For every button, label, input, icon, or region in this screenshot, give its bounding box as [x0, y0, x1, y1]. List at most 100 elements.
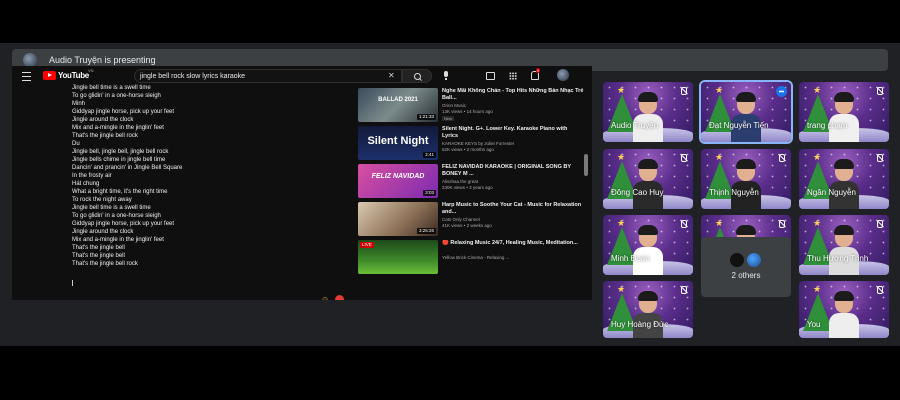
lyric-line: Mix and a-mingle in the jinglin' feet	[72, 237, 164, 243]
thumbnail-text: Silent Night	[367, 135, 429, 147]
recommended-video[interactable]: FELIZ NAVIDAD 3:03 FELIZ NAVIDAD KARAOKE…	[358, 164, 588, 200]
lyric-line: To go glidin' in a one-horse sleigh	[72, 213, 161, 219]
lyric-line: Giddyap jingle horse, pick up your feet	[72, 109, 175, 115]
mic-off-icon	[779, 220, 785, 228]
participant-name: Đạt Nguyễn Tiến	[709, 121, 769, 130]
other-avatar-2	[747, 253, 761, 267]
others-tile[interactable]: 2 others	[701, 237, 791, 297]
video-title[interactable]: 🔴 Relaxing Music 24/7, Healing Music, Me…	[442, 240, 584, 247]
super-chat-icon[interactable]	[335, 295, 344, 300]
recommended-video[interactable]: 3:25:26 Harp Music to Soothe Your Cat - …	[358, 202, 588, 238]
speaking-indicator-icon	[776, 86, 787, 97]
mic-off-icon	[877, 220, 883, 228]
participant-tile[interactable]: ★ Thịnh Nguyễn	[701, 149, 791, 209]
new-badge: New	[442, 116, 455, 121]
shared-screen[interactable]: YouTube VN jingle bell rock slow lyrics …	[12, 66, 592, 300]
mic-off-icon	[877, 286, 883, 294]
video-thumbnail[interactable]: 3:25:26	[358, 202, 438, 236]
others-label: 2 others	[731, 271, 761, 280]
create-video-icon[interactable]	[486, 72, 495, 80]
clear-icon[interactable]: ✕	[388, 69, 395, 83]
scrollbar[interactable]	[584, 154, 588, 176]
mic-off-icon	[877, 154, 883, 162]
lyric-line: That's the jingle bell rock	[72, 261, 138, 267]
lyric-line: What a bright time, it's the right time	[72, 189, 168, 195]
participant-tile[interactable]: ★ Ngân Nguyễn	[799, 149, 889, 209]
participant-tile[interactable]: ★ Audio Truyện	[603, 82, 693, 142]
duration-badge: LIVE	[360, 242, 374, 248]
video-thumbnail[interactable]: FELIZ NAVIDAD 3:03	[358, 164, 438, 198]
recommended-video[interactable]: Silent Night 2:41 Silent Night. G+. Lowe…	[358, 126, 588, 162]
participant-tile[interactable]: ★ Minh Đoàn	[603, 215, 693, 275]
video-meta: 13K views • 14 hours ago	[442, 109, 493, 114]
channel-name[interactable]: Alisshaa.the great	[442, 179, 478, 184]
mic-off-icon	[681, 87, 687, 95]
search-button[interactable]	[402, 69, 432, 83]
participant-tile[interactable]: ★ You	[799, 281, 889, 338]
lyric-line: Du	[72, 141, 80, 147]
participant-video	[829, 159, 859, 209]
lyric-line: Jingle bell time is a swell time	[72, 205, 151, 211]
recommended-video[interactable]: LIVE 🔴 Relaxing Music 24/7, Healing Musi…	[358, 240, 588, 276]
mic-icon[interactable]	[444, 71, 448, 80]
video-meta: 62K views • 2 months ago	[442, 147, 494, 152]
star-icon: ★	[813, 284, 822, 294]
lyric-line: Mix and a-mingle in the jinglin' feet	[72, 125, 164, 131]
apps-grid-icon[interactable]	[509, 72, 517, 80]
channel-name[interactable]: Yellow Brick Cinema - Relaxing ...	[442, 255, 509, 260]
channel-name[interactable]: Cats Only Channel	[442, 217, 480, 222]
participant-video	[829, 291, 859, 338]
lyric-line: To rock the night away	[72, 197, 132, 203]
emoji-icon[interactable]: ☺	[321, 295, 329, 300]
star-icon: ★	[813, 218, 822, 228]
participant-name: trang phạm	[807, 121, 848, 130]
participant-name: Thu Hương Trịnh	[807, 254, 869, 263]
thumbnail-text: FELIZ NAVIDAD	[371, 173, 425, 180]
youtube-topbar: YouTube VN jingle bell rock slow lyrics …	[12, 66, 592, 86]
search-input[interactable]: jingle bell rock slow lyrics karaoke	[134, 69, 402, 83]
video-thumbnail[interactable]: Silent Night 2:41	[358, 126, 438, 160]
country-code: VN	[88, 68, 94, 73]
star-icon: ★	[715, 218, 724, 228]
participant-name: Audio Truyện	[611, 121, 659, 130]
menu-icon[interactable]	[22, 72, 31, 81]
participant-name: Huy Hoàng Đức	[611, 320, 669, 329]
duration-badge: 2:41	[423, 152, 436, 158]
video-thumbnail[interactable]: BALLAD 2021 1:21:33	[358, 88, 438, 122]
star-icon: ★	[617, 85, 626, 95]
participant-tile[interactable]: ★ trang phạm	[799, 82, 889, 142]
participant-tile[interactable]: ★ Thu Hương Trịnh	[799, 215, 889, 275]
star-icon: ★	[617, 218, 626, 228]
participant-video	[829, 92, 859, 142]
other-avatar-1	[730, 253, 744, 267]
participant-tile[interactable]: ★ Huy Hoàng Đức	[603, 281, 693, 338]
youtube-logo[interactable]: YouTube	[43, 71, 89, 80]
participant-video	[633, 291, 663, 338]
video-title[interactable]: FELIZ NAVIDAD KARAOKE | ORIGINAL SONG BY…	[442, 164, 584, 178]
participant-video	[731, 159, 761, 209]
video-title[interactable]: Silent Night. G+. Lower Key. Karaoke Pia…	[442, 126, 584, 140]
video-title[interactable]: Harp Music to Soothe Your Cat - Music fo…	[442, 202, 584, 216]
lyric-line: Jingle bell, jingle bell, jingle bell ro…	[72, 149, 169, 155]
participant-video	[633, 92, 663, 142]
star-icon: ★	[715, 85, 724, 95]
duration-badge: 1:21:33	[416, 114, 436, 120]
star-icon: ★	[617, 152, 626, 162]
mic-off-icon	[681, 286, 687, 294]
channel-name[interactable]: Orinn Music	[442, 103, 466, 108]
video-title[interactable]: Nghe Mãi Không Chán - Top Hits Những Bản…	[442, 88, 584, 102]
channel-name[interactable]: KARAOKE KEYS by Juliet Forrester	[442, 141, 514, 146]
duration-badge: 3:03	[423, 190, 436, 196]
account-avatar[interactable]	[557, 69, 569, 81]
star-icon: ★	[617, 284, 626, 294]
recommended-video[interactable]: BALLAD 2021 1:21:33 Nghe Mãi Không Chán …	[358, 88, 588, 124]
participant-name: Đông Cao Huy	[611, 188, 664, 197]
lyric-line: Jingle around the clock	[72, 229, 134, 235]
participant-tile[interactable]: ★ Đông Cao Huy	[603, 149, 693, 209]
participant-tile[interactable]: ★ Đạt Nguyễn Tiến	[701, 82, 791, 142]
video-thumbnail[interactable]: LIVE	[358, 240, 438, 274]
presenter-avatar	[23, 53, 37, 67]
lyric-line: Jingle around the clock	[72, 117, 134, 123]
youtube-logo-text: YouTube	[58, 71, 89, 80]
star-icon: ★	[715, 152, 724, 162]
